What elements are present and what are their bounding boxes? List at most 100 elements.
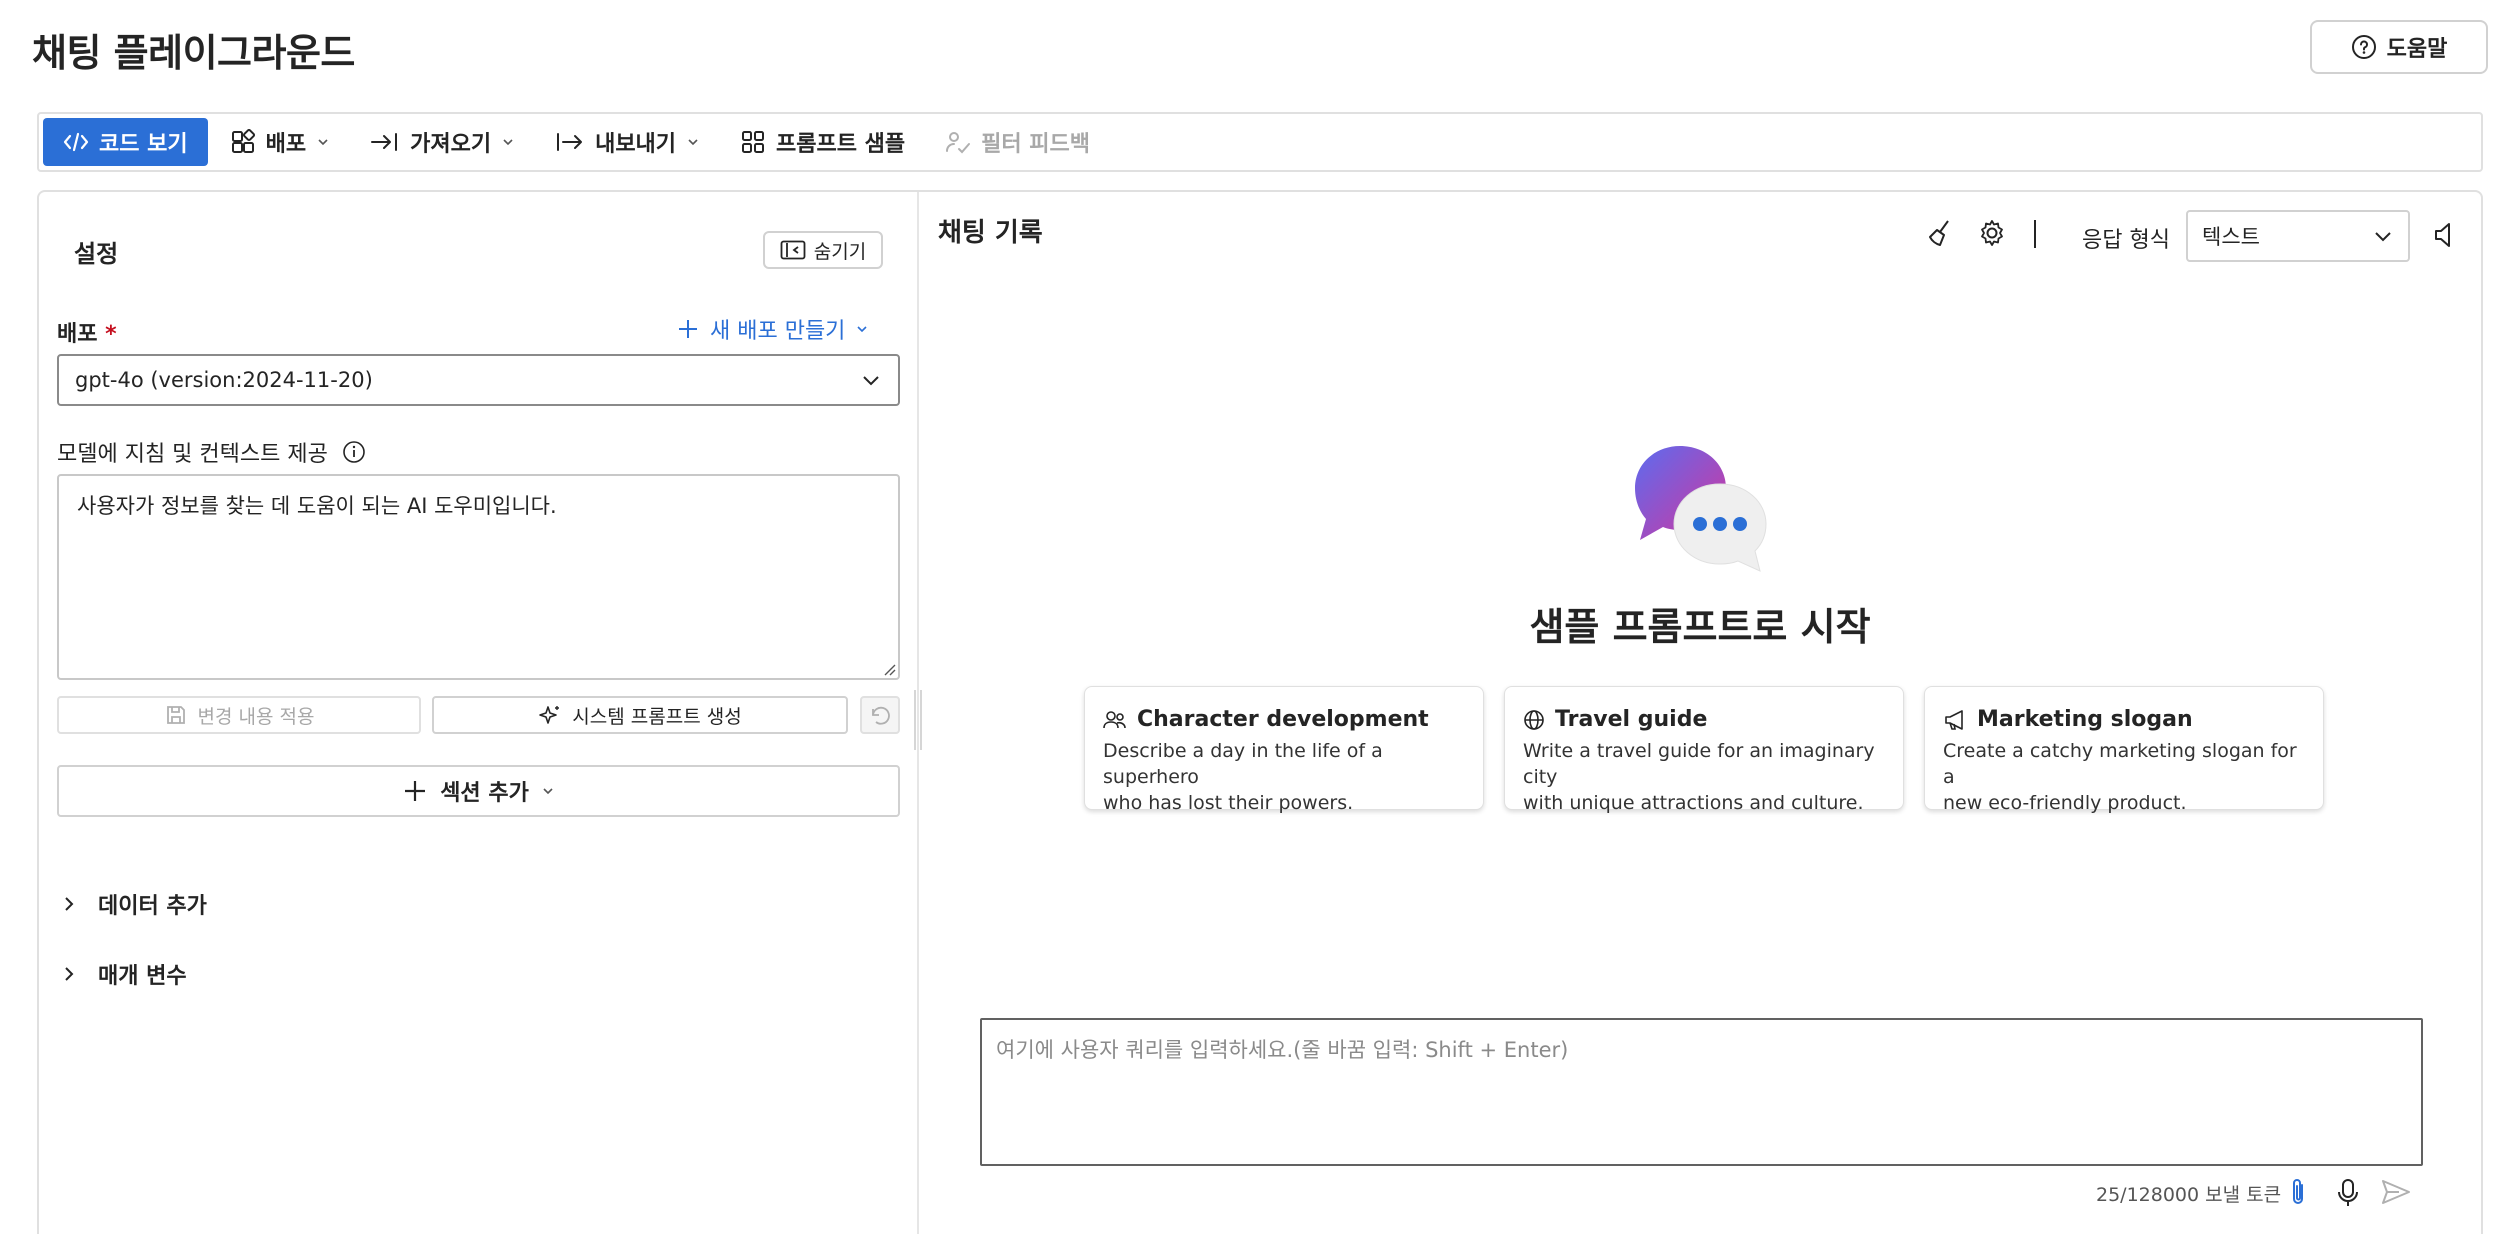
user-query-placeholder: 여기에 사용자 쿼리를 입력하세요.(줄 바꿈 입력: Shift + Ente… — [996, 1038, 1569, 1062]
code-icon — [63, 131, 89, 153]
sample-card-marketing-slogan[interactable]: Marketing slogan Create a catchy marketi… — [1924, 686, 2324, 814]
sample-card-title: Travel guide — [1555, 707, 1708, 732]
info-icon[interactable] — [342, 440, 366, 464]
hide-settings-button[interactable]: 숨기기 — [763, 231, 883, 269]
chevron-right-icon — [60, 894, 78, 914]
sample-card-character-development[interactable]: Character development Describe a day in … — [1084, 686, 1484, 814]
megaphone-icon — [1943, 709, 1967, 731]
token-count: 25/128000 보낼 토큰 — [2096, 1184, 2282, 1206]
sample-card-description: Write a travel guide for an imaginary ci… — [1523, 738, 1885, 816]
hide-label: 숨기기 — [813, 240, 867, 263]
chevron-down-icon — [541, 784, 555, 798]
add-section-label: 섹션 추가 — [440, 781, 529, 806]
accordion-add-data[interactable]: 데이터 추가 — [60, 888, 207, 920]
instructions-label: 모델에 지침 및 컨텍스트 제공 — [57, 436, 366, 468]
required-mark: * — [105, 322, 117, 347]
accordion-add-data-label: 데이터 추가 — [98, 894, 207, 919]
help-label: 도움말 — [2386, 37, 2448, 62]
sample-card-desc-line: new eco-friendly product. — [1943, 792, 2187, 814]
accordion-parameters-label: 매개 변수 — [98, 964, 187, 989]
import-icon — [370, 131, 400, 153]
people-icon — [1103, 709, 1127, 731]
grid-icon — [740, 129, 766, 155]
deployment-select[interactable]: gpt-4o (version:2024-11-20) — [57, 354, 900, 406]
panel-resize-handle[interactable] — [914, 690, 922, 750]
chevron-down-icon — [501, 135, 515, 149]
response-format-label: 응답 형식 — [2082, 228, 2170, 253]
apply-changes-button[interactable]: 변경 내용 적용 — [57, 696, 421, 734]
deployment-label-text: 배포 — [57, 322, 98, 347]
prompt-samples-label: 프롬프트 샘플 — [776, 132, 906, 157]
deployment-label: 배포 * — [57, 316, 117, 348]
sample-card-desc-line: with unique attractions and culture. — [1523, 792, 1864, 814]
sample-card-title: Marketing slogan — [1977, 707, 2193, 732]
plus-icon — [402, 778, 428, 804]
export-menu-button[interactable]: 내보내기 — [537, 118, 718, 166]
deploy-menu-button[interactable]: 배포 — [212, 118, 348, 166]
prompt-samples-button[interactable]: 프롬프트 샘플 — [722, 118, 923, 166]
instructions-label-text: 모델에 지침 및 컨텍스트 제공 — [57, 442, 328, 467]
undo-icon — [867, 703, 893, 727]
undo-button[interactable] — [860, 696, 900, 734]
help-button[interactable]: 도움말 — [2310, 20, 2488, 74]
speaker-icon[interactable] — [2432, 220, 2456, 250]
chevron-down-icon — [855, 322, 869, 336]
chevron-right-icon — [60, 964, 78, 984]
sample-card-description: Describe a day in the life of a superher… — [1103, 738, 1465, 816]
add-section-button[interactable]: 섹션 추가 — [57, 765, 900, 817]
sample-card-title: Character development — [1137, 707, 1429, 732]
chevron-down-icon — [860, 369, 882, 391]
response-format-value: 텍스트 — [2202, 225, 2260, 249]
settings-title: 설정 — [74, 240, 119, 268]
sample-card-desc-line: Describe a day in the life of a superher… — [1103, 740, 1383, 788]
page-title: 채팅 플레이그라운드 — [32, 31, 355, 75]
plus-icon — [676, 317, 700, 341]
chat-bubbles-icon — [1632, 440, 1782, 580]
generate-system-prompt-button[interactable]: 시스템 프롬프트 생성 — [432, 696, 848, 734]
sample-card-travel-guide[interactable]: Travel guide Write a travel guide for an… — [1504, 686, 1904, 814]
new-deployment-label: 새 배포 만들기 — [710, 319, 846, 344]
sample-card-desc-line: Create a catchy marketing slogan for a — [1943, 740, 2297, 788]
import-label: 가져오기 — [410, 132, 492, 157]
help-icon — [2351, 34, 2377, 60]
toolbar-separator — [2034, 220, 2036, 248]
chat-history-title: 채팅 기록 — [938, 218, 1043, 248]
resize-grip-icon[interactable] — [882, 662, 896, 676]
filter-feedback-button[interactable]: 필터 피드백 — [927, 118, 1108, 166]
accordion-parameters[interactable]: 매개 변수 — [60, 958, 187, 990]
feedback-icon — [945, 129, 971, 155]
view-code-button[interactable]: 코드 보기 — [43, 118, 208, 166]
attach-icon[interactable] — [2288, 1177, 2308, 1209]
sparkle-icon — [538, 703, 562, 727]
system-instructions-textarea[interactable]: 사용자가 정보를 찾는 데 도움이 되는 AI 도우미입니다. — [57, 474, 900, 680]
sample-card-desc-line: Write a travel guide for an imaginary ci… — [1523, 740, 1875, 788]
filter-feedback-label: 필터 피드백 — [981, 132, 1091, 157]
chevron-down-icon — [686, 135, 700, 149]
export-icon — [555, 131, 585, 153]
response-format-select[interactable]: 텍스트 — [2186, 210, 2410, 262]
user-query-input[interactable]: 여기에 사용자 쿼리를 입력하세요.(줄 바꿈 입력: Shift + Ente… — [980, 1018, 2423, 1166]
gear-icon[interactable] — [1977, 218, 2007, 248]
view-code-label: 코드 보기 — [99, 132, 188, 157]
microphone-icon[interactable] — [2336, 1177, 2360, 1209]
panel-collapse-icon — [780, 240, 806, 260]
cube-icon — [230, 129, 256, 155]
chevron-down-icon — [316, 135, 330, 149]
instructions-text: 사용자가 정보를 찾는 데 도움이 되는 AI 도우미입니다. — [77, 494, 557, 518]
save-icon — [164, 703, 188, 727]
deploy-label: 배포 — [265, 132, 307, 157]
new-deployment-button[interactable]: 새 배포 만들기 — [676, 313, 869, 345]
generate-system-prompt-label: 시스템 프롬프트 생성 — [572, 705, 742, 728]
globe-icon — [1523, 709, 1545, 731]
sample-prompts-title: 샘플 프롬프트로 시작 — [1529, 605, 1871, 649]
deployment-select-value: gpt-4o (version:2024-11-20) — [75, 368, 373, 392]
toolbar: 코드 보기 배포 가져오기 내보내기 프롬프트 샘플 필터 피드백 — [37, 112, 2483, 172]
send-icon[interactable] — [2380, 1177, 2412, 1207]
broom-icon[interactable] — [1926, 218, 1956, 248]
export-label: 내보내기 — [595, 132, 677, 157]
sample-card-desc-line: who has lost their powers. — [1103, 792, 1354, 814]
chevron-down-icon — [2372, 225, 2394, 247]
sample-card-description: Create a catchy marketing slogan for a n… — [1943, 738, 2305, 816]
apply-changes-label: 변경 내용 적용 — [197, 705, 315, 728]
import-menu-button[interactable]: 가져오기 — [352, 118, 533, 166]
